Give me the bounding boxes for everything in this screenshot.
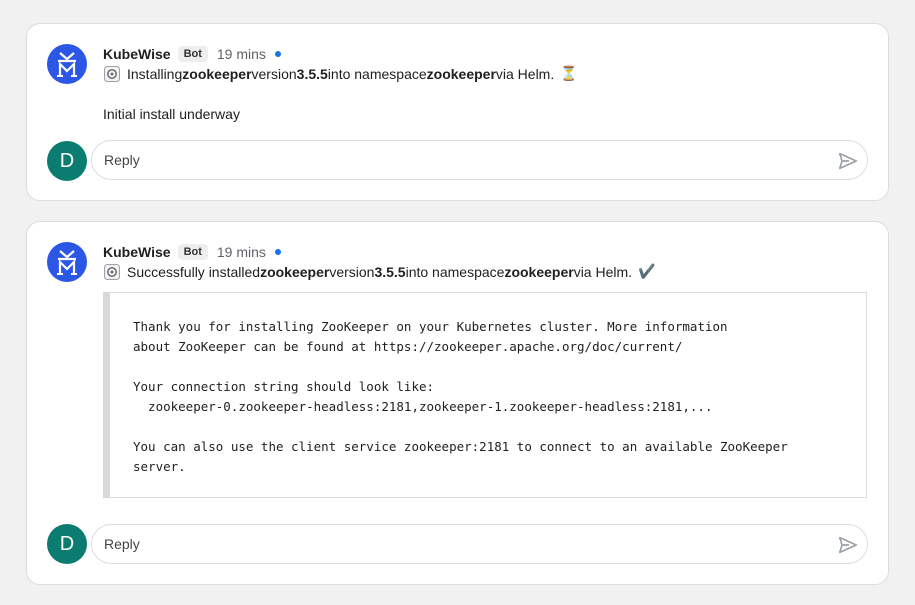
send-icon[interactable]	[837, 534, 859, 556]
install-status-line: Successfully installed zookeeper version…	[103, 263, 655, 280]
message-text: Initial install underway	[103, 106, 240, 122]
sender-name[interactable]: KubeWise	[103, 244, 171, 260]
kubewise-logo-icon	[57, 52, 77, 77]
send-icon[interactable]	[837, 150, 859, 172]
user-avatar[interactable]: D	[47, 141, 87, 181]
helm-notes-text: Thank you for installing ZooKeeper on yo…	[133, 319, 788, 474]
helm-icon	[103, 65, 120, 82]
install-status-line: Installing zookeeper version 3.5.5 into …	[103, 65, 578, 82]
unread-dot	[274, 249, 281, 255]
namespace-name: zookeeper	[426, 65, 496, 82]
reply-placeholder: Reply	[104, 536, 140, 552]
namespace-name: zookeeper	[504, 263, 574, 280]
kubewise-logo-icon	[57, 250, 77, 275]
message-card: KubeWise Bot 19 mins Successfully instal…	[26, 221, 889, 585]
kubewise-avatar[interactable]	[47, 44, 87, 84]
bot-badge: Bot	[177, 46, 208, 62]
status-text-pre: Installing	[127, 65, 183, 82]
status-text-mid: into namespace	[405, 263, 505, 280]
chart-name: zookeeper	[260, 263, 330, 280]
status-text-mid: version	[251, 65, 297, 82]
timestamp[interactable]: 19 mins	[217, 244, 266, 260]
message-header: KubeWise Bot 19 mins	[103, 45, 281, 63]
reply-input[interactable]: Reply	[91, 140, 868, 180]
helm-icon	[103, 263, 120, 280]
message-header: KubeWise Bot 19 mins	[103, 243, 281, 261]
kubewise-avatar[interactable]	[47, 242, 87, 282]
status-text-mid: into namespace	[327, 65, 427, 82]
user-avatar[interactable]: D	[47, 524, 87, 564]
sender-name[interactable]: KubeWise	[103, 46, 171, 62]
status-text-post: via Helm.	[573, 263, 633, 280]
checkmark-icon: ✔️	[638, 263, 656, 279]
chart-version: 3.5.5	[296, 65, 328, 82]
reply-input[interactable]: Reply	[91, 524, 868, 564]
unread-dot	[274, 51, 281, 57]
chart-version: 3.5.5	[374, 263, 406, 280]
status-text-mid: version	[329, 263, 375, 280]
chart-name: zookeeper	[182, 65, 252, 82]
helm-notes-block: Thank you for installing ZooKeeper on yo…	[103, 292, 867, 498]
status-text-pre: Successfully installed	[127, 263, 261, 280]
bot-badge: Bot	[177, 244, 208, 260]
reply-placeholder: Reply	[104, 152, 140, 168]
message-card: KubeWise Bot 19 mins Installing zookeepe…	[26, 23, 889, 201]
status-text-post: via Helm.	[495, 65, 555, 82]
hourglass-icon: ⏳	[560, 65, 578, 81]
timestamp[interactable]: 19 mins	[217, 46, 266, 62]
